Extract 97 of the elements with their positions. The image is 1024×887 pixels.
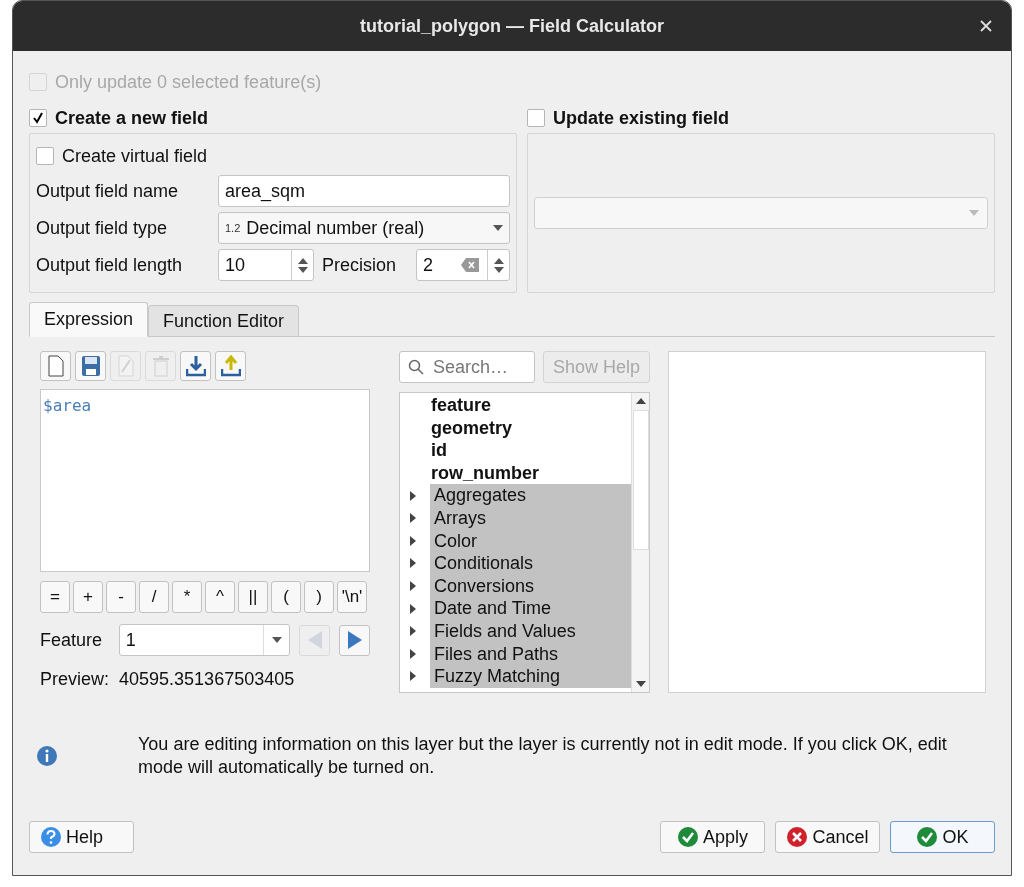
search-field[interactable]: Search… [399,351,535,383]
function-item[interactable]: row_number [400,461,631,485]
operator-button[interactable]: * [172,581,202,613]
expand-arrow-icon[interactable] [410,558,416,569]
field-label: Output field name [36,179,180,203]
expression-editor[interactable]: $area [40,389,370,572]
function-group[interactable]: Arrays [430,506,631,530]
tab[interactable]: Expression [29,302,149,337]
caret-icon [493,225,503,231]
checkbox-label: Create virtual field [62,144,208,168]
function-item[interactable]: id [400,439,631,462]
operator-button[interactable]: / [139,581,169,613]
length-spinbox[interactable]: 10 [218,249,314,281]
name-input[interactable]: area_sqm [218,175,510,207]
close-icon [980,20,992,32]
function-group[interactable]: Conversions [430,574,631,598]
cancel-circle-icon [786,826,809,848]
expand-arrow-icon[interactable] [410,513,416,524]
cancel-button[interactable]: Cancel [775,821,880,853]
function-group[interactable]: Conditionals [430,552,631,575]
search-icon [408,359,424,375]
field-label: Precision [322,253,398,277]
ok-button[interactable]: OK [890,821,995,853]
function-group[interactable]: Aggregates [430,484,631,507]
clear-icon [461,258,479,272]
left-triangle-icon [307,631,322,649]
checkbox[interactable] [36,147,54,165]
checkbox-label: Create a new field [55,106,209,130]
operator-button[interactable]: ( [271,581,301,613]
operator-button[interactable]: ^ [205,581,235,613]
checkbox-label: Update existing field [553,106,730,130]
toolbar-button[interactable] [215,351,246,381]
precision-spinbox[interactable]: 2 [416,249,510,281]
check-circle-icon [916,826,939,848]
expand-arrow-icon[interactable] [410,603,416,614]
checkbox[interactable] [29,109,47,127]
function-group[interactable]: Date and Time [430,597,631,620]
info-icon [36,745,58,767]
help-button[interactable]: Help [29,821,134,853]
help-icon [40,826,62,848]
checkbox[interactable] [527,109,545,127]
tab[interactable]: Function Editor [148,305,300,337]
field-label: Output field length [36,253,184,277]
check-circle-icon [677,826,699,848]
operator-button[interactable]: '\n' [337,581,367,613]
toolbar-button[interactable] [180,351,211,381]
preview-value: 40595.351367503405 [119,668,295,691]
length-value: 10 [224,253,247,277]
type-value: Decimal number (real) [246,216,426,240]
checkbox-label: Only update 0 selected feature(s) [55,70,322,94]
expand-arrow-icon[interactable] [410,581,416,592]
preview-label: Preview: [40,668,110,691]
edit-icon [115,355,136,377]
function-item[interactable]: geometry [400,416,631,440]
toolbar-button[interactable] [75,351,106,381]
operator-button[interactable]: || [238,581,268,613]
scroll-down-icon[interactable] [635,681,646,687]
feature-label: Feature [40,628,104,652]
next-button[interactable] [339,624,370,656]
expand-arrow-icon[interactable] [410,671,416,682]
toolbar-button[interactable] [40,351,71,381]
type-prefix-label: 1.2 [225,220,241,236]
save-icon [80,355,101,377]
function-group[interactable]: Color [430,529,631,553]
operator-button[interactable]: + [73,581,103,613]
download-icon [185,355,206,377]
info-message: You are editing information on this layer but the layer is currently not in edit mode. If you click OK, edit mode will automatically be turned on. [138,733,948,779]
operator-button[interactable]: ) [304,581,334,613]
caret-icon [271,637,282,643]
window-title: tutorial_polygon — Field Calculator [360,14,664,38]
feature-dropdown[interactable]: 1 [118,624,291,656]
checkmark-icon [32,112,44,124]
field-label: Output field type [36,216,169,240]
type-dropdown[interactable]: 1.2 Decimal number (real) [218,212,510,244]
expand-arrow-icon[interactable] [410,490,416,501]
upload-icon [220,355,241,377]
apply-button[interactable]: Apply [660,821,765,853]
scrollbar[interactable] [631,393,649,692]
function-group[interactable]: Files and Paths [430,642,631,666]
scroll-thumb[interactable] [632,410,649,550]
precision-value: 2 [422,253,434,277]
scroll-up-icon[interactable] [635,398,646,404]
field-dropdown[interactable] [534,197,988,229]
caret-icon [969,210,979,216]
expression-text: $area [43,396,92,415]
right-triangle-icon [347,631,362,649]
function-group[interactable]: Fuzzy Matching [430,665,631,688]
new-file-icon [45,355,66,377]
expand-arrow-icon[interactable] [410,626,416,637]
feature-value: 1 [124,628,137,652]
operator-button[interactable]: - [106,581,136,613]
operator-button[interactable]: = [40,581,70,613]
trash-icon [150,355,171,377]
function-group[interactable]: Fields and Values [430,619,631,643]
expand-arrow-icon[interactable] [410,535,416,546]
function-item[interactable]: feature [400,394,631,417]
expand-arrow-icon[interactable] [410,648,416,659]
